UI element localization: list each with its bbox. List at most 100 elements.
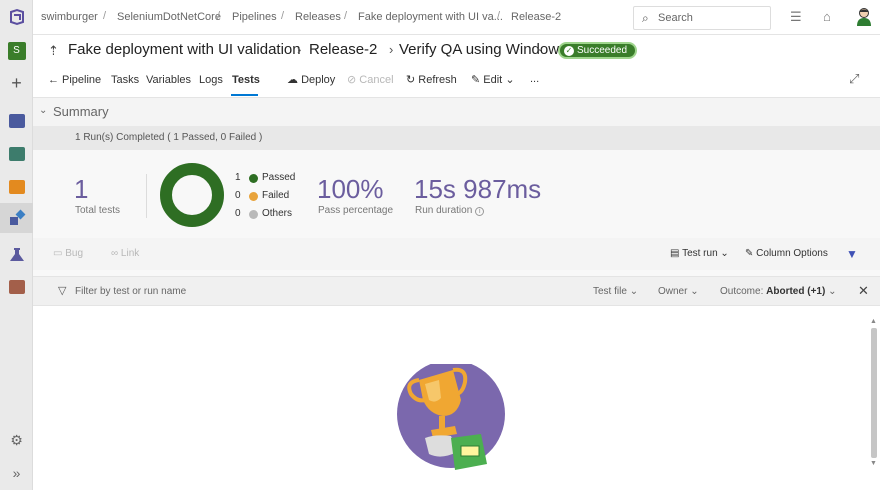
test-run-label: Test run xyxy=(682,248,718,259)
user-avatar[interactable] xyxy=(855,7,873,27)
release-title-row: ⇡ Fake deployment with UI validation › R… xyxy=(33,35,880,65)
legend-failed-label: Failed xyxy=(262,190,290,201)
filter-input[interactable]: Filter by test or run name xyxy=(75,286,186,297)
search-placeholder: Search xyxy=(658,12,693,24)
title-chevron-icon: › xyxy=(389,42,394,57)
add-icon[interactable]: + xyxy=(4,70,29,95)
breadcrumb-separator: / xyxy=(344,10,348,22)
breadcrumb-project[interactable]: SeleniumDotNetCore xyxy=(117,11,221,23)
column-options-label: Column Options xyxy=(756,248,828,259)
fullscreen-icon[interactable]: ⤢ xyxy=(849,71,859,87)
donut-passed-segment xyxy=(160,163,224,227)
summary-header[interactable]: ⌄ Summary xyxy=(33,98,880,126)
overview-icon[interactable] xyxy=(4,108,29,133)
azure-devops-logo-icon[interactable] xyxy=(4,4,29,29)
boards-icon[interactable] xyxy=(4,141,29,166)
column-options-button[interactable]: ✎ Column Options xyxy=(745,248,828,259)
tab-tests[interactable]: Tests xyxy=(232,74,260,86)
cancel-label: Cancel xyxy=(359,74,394,86)
trophy-illustration xyxy=(397,364,505,470)
legend-others-label: Others xyxy=(262,208,293,219)
bug-button: ▭ Bug xyxy=(53,248,83,259)
link-button: ∞ Link xyxy=(111,248,139,259)
test-plans-icon[interactable] xyxy=(4,242,29,267)
info-icon[interactable]: i xyxy=(475,207,485,216)
tab-pipeline[interactable]: Pipeline xyxy=(62,74,101,86)
stage-dropdown-icon[interactable]: ⌄ xyxy=(536,43,544,54)
cloud-icon: ☁ xyxy=(287,74,298,86)
settings-gear-icon[interactable]: ⚙ xyxy=(4,428,29,453)
others-dot-icon xyxy=(249,210,258,219)
vertical-scrollbar[interactable]: ▲ ▼ xyxy=(869,318,879,468)
tab-variables[interactable]: Variables xyxy=(146,74,191,86)
divider xyxy=(146,174,147,218)
test-run-icon: ▤ xyxy=(670,248,680,259)
outcome-dropdown[interactable]: Outcome: Aborted (+1) ⌄ xyxy=(720,286,836,297)
link-label: Link xyxy=(120,248,140,259)
expand-rail-icon[interactable]: » xyxy=(4,460,29,485)
more-actions-button[interactable]: ... xyxy=(530,73,539,85)
failed-dot-icon xyxy=(249,192,258,201)
breadcrumb-separator: / xyxy=(281,10,285,22)
edit-label: Edit xyxy=(483,74,503,86)
repos-icon[interactable] xyxy=(4,174,29,199)
refresh-icon: ↻ xyxy=(406,74,416,86)
legend-failed-count: 0 xyxy=(235,190,241,201)
release-title[interactable]: Release-2 xyxy=(309,41,377,58)
owner-dropdown[interactable]: Owner ⌄ xyxy=(658,286,699,297)
chevron-down-icon: ⌄ xyxy=(828,286,837,297)
scroll-up-icon[interactable]: ▲ xyxy=(870,318,877,325)
owner-label: Owner xyxy=(658,286,688,297)
test-run-dropdown[interactable]: ▤ Test run ⌄ xyxy=(670,248,729,259)
deploy-button[interactable]: ☁ Deploy xyxy=(287,73,335,86)
breadcrumb-org[interactable]: swimburger xyxy=(41,11,98,23)
breadcrumb-separator: / xyxy=(497,10,501,22)
back-arrow-icon[interactable]: ← xyxy=(48,74,59,86)
tab-logs[interactable]: Logs xyxy=(199,74,223,86)
legend-passed-count: 1 xyxy=(235,172,241,183)
runs-completed-bar: 1 Run(s) Completed ( 1 Passed, 0 Failed … xyxy=(33,126,880,150)
active-tab-indicator xyxy=(231,94,258,96)
breadcrumb-releases[interactable]: Releases xyxy=(295,11,341,23)
search-box[interactable]: ⌕ Search xyxy=(633,6,771,30)
breadcrumb-pipelines[interactable]: Pipelines xyxy=(232,11,277,23)
top-bar: swimburger / SeleniumDotNetCore / Pipeli… xyxy=(33,0,880,35)
breadcrumb-release[interactable]: Release-2 xyxy=(511,11,561,23)
cancel-button: ⊘ Cancel xyxy=(347,73,394,86)
total-tests-value: 1 xyxy=(74,174,89,204)
clear-filters-close-icon[interactable]: ✕ xyxy=(858,283,869,299)
bug-icon: ▭ xyxy=(53,248,63,259)
outcome-label: Outcome: xyxy=(720,286,764,297)
filter-funnel-icon[interactable]: ▼ xyxy=(846,247,858,261)
breadcrumb-separator: / xyxy=(103,10,107,22)
legend-others-count: 0 xyxy=(235,208,241,219)
scroll-thumb[interactable] xyxy=(871,328,877,458)
refresh-button[interactable]: ↻ Refresh xyxy=(406,73,457,86)
outcome-donut-chart xyxy=(160,163,224,227)
total-tests-label: Total tests xyxy=(75,205,121,216)
status-text: Succeeded xyxy=(577,45,628,56)
edit-button[interactable]: ✎ Edit ⌄ xyxy=(471,73,515,86)
test-file-dropdown[interactable]: Test file ⌄ xyxy=(593,286,638,297)
list-icon[interactable]: ☰ xyxy=(790,9,802,25)
artifacts-icon[interactable] xyxy=(4,274,29,299)
filter-bar: ▽ Filter by test or run name Test file ⌄… xyxy=(33,276,880,306)
tab-tasks[interactable]: Tasks xyxy=(111,74,139,86)
scroll-down-icon[interactable]: ▼ xyxy=(870,460,877,467)
collapse-chevron-icon[interactable]: ⌄ xyxy=(39,105,47,116)
pencil-icon: ✎ xyxy=(471,74,481,86)
deploy-label: Deploy xyxy=(301,74,336,86)
marketplace-bag-icon[interactable]: ⌂ xyxy=(823,9,831,24)
check-icon: ✓ xyxy=(564,45,574,56)
run-duration-label: Run duration i xyxy=(415,205,485,216)
pass-percentage-value: 100% xyxy=(317,174,384,204)
pipeline-title[interactable]: Fake deployment with UI validation xyxy=(68,41,301,58)
breadcrumb-release-definition[interactable]: Fake deployment with UI va... xyxy=(358,11,503,23)
tabs-toolbar: ← Pipeline Tasks Variables Logs Tests ☁ … xyxy=(33,65,880,98)
pipelines-icon[interactable] xyxy=(0,203,33,233)
runs-completed-text: 1 Run(s) Completed ( 1 Passed, 0 Failed … xyxy=(75,132,263,143)
project-avatar-icon[interactable]: S xyxy=(4,38,29,63)
release-pipeline-icon: ⇡ xyxy=(48,43,59,58)
title-chevron-icon: › xyxy=(297,42,302,57)
search-icon: ⌕ xyxy=(642,11,649,25)
